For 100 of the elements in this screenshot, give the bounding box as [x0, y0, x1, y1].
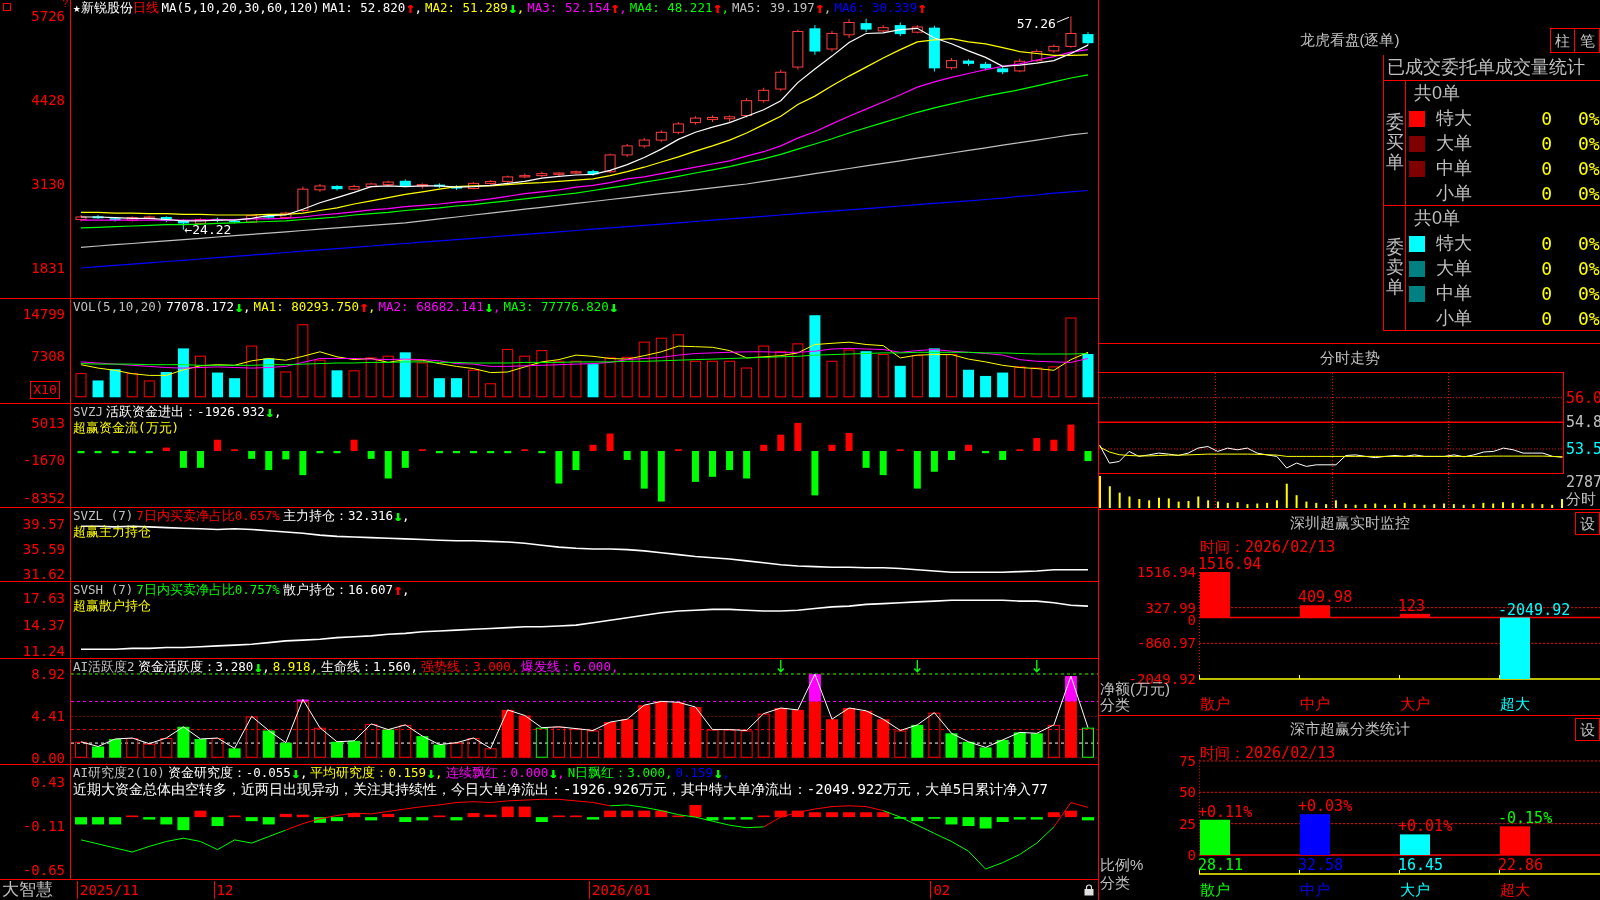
legend-text: 爆发线：6.000: [521, 659, 611, 675]
trend-arrow: ↓: [713, 765, 723, 781]
comma-text: ,: [414, 0, 422, 16]
category-label: 超大: [1500, 697, 1530, 711]
trend-arrow: ↓: [608, 299, 618, 315]
comma-text: ,: [557, 765, 565, 781]
axis-label: 11.24: [22, 644, 65, 657]
legend-text: 8.918: [272, 659, 311, 675]
comma-text: ,: [435, 765, 443, 781]
axis-label: 39.57: [22, 518, 65, 530]
legend-text: MA5: 39.197: [732, 0, 815, 16]
legend-text: MA6: 30.339: [834, 0, 918, 16]
change-label: -0.15%: [1498, 811, 1553, 826]
axis-label: 4.41: [31, 710, 65, 723]
trend-arrow: ↑: [610, 0, 620, 16]
legend-text: AI研究度2(10): [73, 765, 165, 781]
axis-title: 比例%: [1100, 857, 1144, 873]
trend-arrow: ↓: [234, 299, 244, 315]
change-label: +0.01%: [1398, 819, 1453, 834]
axis-label: 7308: [31, 350, 65, 363]
axis-label: 53.5: [1566, 440, 1600, 457]
stock-name: ★新锐股份: [73, 0, 133, 16]
legend-text: MA(5,10,20,30,60,120): [161, 0, 320, 16]
comma-text: ,: [310, 659, 318, 675]
category-label: 中户: [1300, 697, 1330, 711]
change-label: +0.11%: [1198, 804, 1253, 819]
comma-text: ,: [492, 299, 501, 315]
axis-label: 327.99: [1145, 601, 1196, 614]
category-label: 大户: [1400, 697, 1430, 711]
trend-arrow: ↑: [393, 582, 403, 598]
price-annotation: 57.26: [1016, 17, 1056, 32]
legend-text: 平均研究度：0.159: [310, 765, 427, 781]
comma-text: ,: [368, 299, 376, 315]
axis-label: 4428: [31, 94, 65, 107]
comma-text: ,: [516, 0, 525, 16]
row-label: 特大: [1436, 107, 1473, 130]
comma-text: ,: [402, 582, 410, 598]
legend-text: MA3: 52.154: [527, 0, 611, 16]
price-annotation: ←24.22: [184, 222, 232, 237]
axis-label: 14799: [22, 308, 65, 321]
trend-arrow: ↓: [507, 0, 517, 16]
trend-arrow: ↓: [393, 508, 403, 524]
date-label: 2026/01: [589, 881, 652, 899]
comma-text: ,: [262, 659, 270, 675]
comma-text: ,: [410, 659, 419, 675]
value-label: 409.98: [1298, 590, 1353, 605]
axis-label: -860.97: [1137, 637, 1196, 650]
group-label: 委买单: [1385, 113, 1404, 173]
share-text: 0%: [1578, 257, 1600, 281]
trend-arrow: ↓: [426, 765, 436, 781]
comma-text: ,: [299, 765, 308, 781]
axis-label: 1516.94: [1137, 566, 1196, 578]
legend-text: N日飘红：3.000: [567, 765, 665, 781]
value-label: -2049.92: [1498, 602, 1571, 617]
brand-text: 大智慧: [1, 880, 53, 900]
axis-label: 3130: [31, 178, 65, 190]
comma-text: ,: [243, 299, 251, 315]
trend-arrow: ↓: [548, 765, 558, 781]
table-header: 已成交委托单成交量统计: [1384, 55, 1600, 81]
legend-text: VOL(5,10,20): [73, 299, 164, 315]
scale-label: 分时: [1566, 491, 1596, 507]
count-text: 0: [1540, 107, 1552, 131]
count-text: 0: [1540, 282, 1552, 306]
group-label: 委卖单: [1385, 238, 1404, 298]
legend-text: 强势线：3.000: [421, 659, 511, 675]
axis-label: 17.63: [22, 591, 65, 604]
row-label: 大单: [1436, 257, 1473, 280]
trend-arrow: ↓: [483, 299, 493, 315]
legend-text: MA3: 77776.820: [503, 299, 609, 315]
change-label: +0.03%: [1298, 799, 1353, 814]
panel-subtitle: 超赢主力持仓: [73, 524, 152, 540]
axis-label: 5013: [31, 416, 65, 429]
date-label: 02: [930, 881, 951, 899]
legend-text: 7日内买卖净占比0.757%: [136, 582, 280, 598]
axis-label: 5726: [31, 10, 65, 23]
legend-text: 连续飘红：0.000: [445, 765, 549, 781]
axis-label: 1831: [31, 261, 65, 274]
trend-arrow: ↑: [358, 299, 368, 315]
trend-arrow: ↑: [712, 0, 722, 16]
row-label: 特大: [1436, 232, 1473, 255]
row-label: 小单: [1436, 307, 1473, 330]
share-text: 0%: [1578, 232, 1600, 256]
comma-text: ,: [823, 0, 832, 16]
legend-text: MA4: 48.221: [629, 0, 713, 16]
trend-arrow: ↓: [264, 404, 274, 420]
value-label: 16.45: [1398, 858, 1444, 872]
row-label: 中单: [1436, 157, 1473, 180]
legend-text: 生命线：1.560: [320, 659, 411, 675]
count-text: 0: [1540, 257, 1552, 281]
trend-arrow: ↑: [405, 0, 415, 16]
count-text: 0: [1540, 307, 1552, 331]
date-label: 2025/11: [77, 881, 139, 899]
share-text: 0%: [1578, 282, 1600, 306]
period-label: 日线: [132, 0, 159, 16]
date-label: 12: [213, 881, 234, 899]
category-label: 散户: [1200, 697, 1230, 711]
axis-label: 0.00: [31, 751, 65, 764]
category-label: 超大: [1500, 883, 1530, 897]
share-text: 0%: [1578, 157, 1600, 181]
category-label: 散户: [1200, 883, 1230, 897]
